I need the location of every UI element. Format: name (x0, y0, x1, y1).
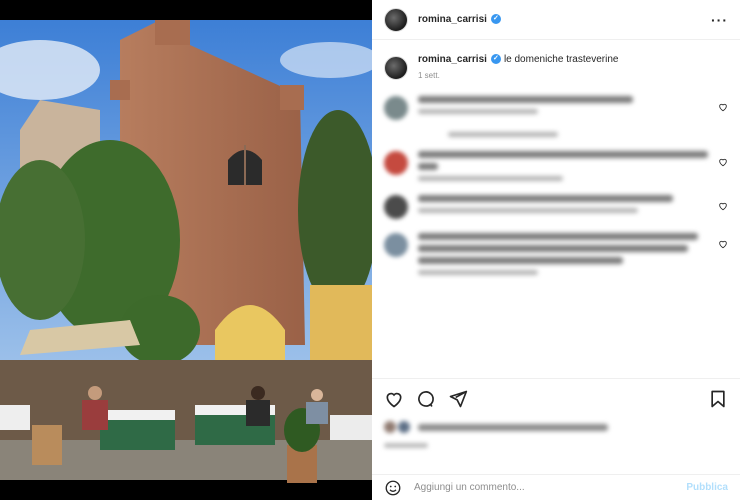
list-item (384, 96, 728, 137)
heart-icon[interactable] (384, 389, 404, 409)
post-time[interactable]: 1 sett. (418, 71, 618, 80)
avatar[interactable] (384, 7, 408, 32)
emoji-icon[interactable] (384, 479, 402, 497)
add-comment-bar: Pubblica (372, 474, 740, 500)
commenter-avatar[interactable] (384, 151, 408, 175)
commenter-avatar[interactable] (384, 195, 408, 219)
caption-username[interactable]: romina_carrisi ✓ (418, 54, 501, 65)
send-icon[interactable] (448, 389, 468, 409)
heart-icon[interactable] (718, 102, 728, 112)
heart-icon[interactable] (718, 239, 728, 249)
comment-icon[interactable] (416, 389, 436, 409)
commenter-avatar[interactable] (384, 233, 408, 257)
verified-badge-icon: ✓ (490, 14, 501, 25)
blurred-date (384, 443, 428, 448)
post-header: romina_carrisi ✓ ··· (372, 0, 740, 40)
comment-input[interactable] (414, 482, 687, 493)
publish-button[interactable]: Pubblica (686, 482, 728, 493)
post-actions (372, 378, 740, 448)
post-photo[interactable] (0, 0, 372, 500)
post-caption: romina_carrisi ✓ le domeniche trasteverine… (372, 40, 740, 80)
blurred-likes (384, 421, 728, 433)
caption-text: le domeniche trasteverine (503, 54, 619, 65)
post-photo-image (0, 0, 372, 500)
post-side-panel: romina_carrisi ✓ ··· romina_carrisi ✓ le do… (372, 0, 740, 500)
list-item (384, 151, 728, 181)
list-item (384, 195, 728, 219)
list-item (384, 233, 728, 275)
commenter-avatar[interactable] (384, 96, 408, 120)
more-options-icon[interactable]: ··· (711, 12, 728, 28)
bookmark-icon[interactable] (708, 389, 728, 409)
caption-username-text: romina_carrisi (418, 54, 487, 65)
comment-list (372, 96, 740, 275)
blurred-comment (418, 151, 718, 181)
verified-badge-icon: ✓ (490, 54, 501, 65)
caption-avatar[interactable] (384, 56, 408, 80)
blurred-comment (418, 96, 718, 137)
username-text: romina_carrisi (418, 14, 487, 25)
username-link[interactable]: romina_carrisi ✓ (418, 14, 501, 25)
blurred-comment (418, 195, 718, 219)
heart-icon[interactable] (718, 201, 728, 211)
heart-icon[interactable] (718, 157, 728, 167)
blurred-comment (418, 233, 718, 275)
